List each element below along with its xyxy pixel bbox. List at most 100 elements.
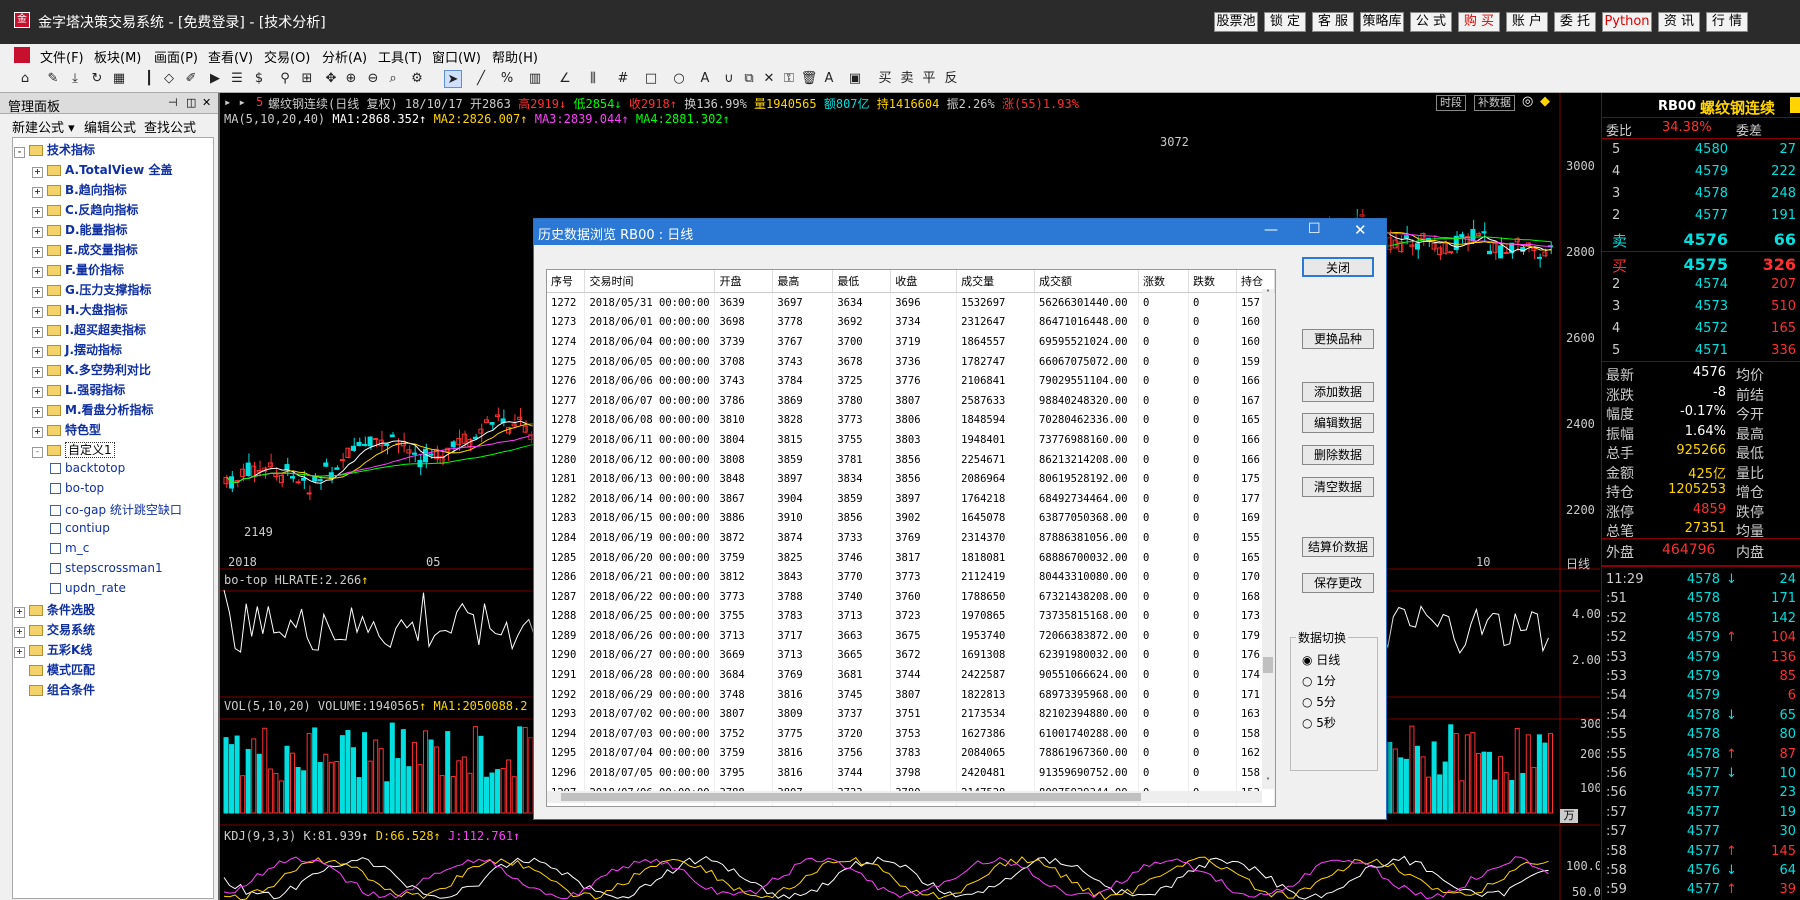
tree-node[interactable]: co-gap 统计跳空缺口: [50, 501, 182, 521]
table-cell[interactable]: 67321438208.00: [1034, 586, 1140, 607]
table-cell[interactable]: 3681: [832, 665, 892, 685]
table-cell[interactable]: 3665: [832, 645, 892, 666]
table-cell[interactable]: 0: [1138, 351, 1189, 372]
table-cell[interactable]: 3743: [772, 351, 834, 372]
radio-circle-icon[interactable]: ○: [1302, 674, 1316, 688]
table-row[interactable]: 1294 2018/07/03 00:00:00 3752 3775 3720 3753 1…: [547, 724, 1275, 744]
table-row[interactable]: 1287 2018/06/22 00:00:00 3773 3788 3740 3760 1…: [547, 586, 1275, 607]
table-cell[interactable]: 3734: [890, 312, 958, 333]
table-cell[interactable]: 3775: [772, 724, 834, 744]
expand-icon[interactable]: +: [32, 307, 43, 318]
table-cell[interactable]: 0: [1138, 292, 1189, 313]
top-button-10[interactable]: 行 情: [1706, 12, 1748, 32]
tree-node[interactable]: + F.量价指标: [32, 261, 124, 281]
table-cell[interactable]: 3809: [772, 704, 834, 725]
table-row[interactable]: 1285 2018/06/20 00:00:00 3759 3825 3746 3817 1…: [547, 547, 1275, 568]
table-cell[interactable]: 2420481: [956, 763, 1036, 783]
tree-node[interactable]: + 条件选股: [14, 601, 95, 621]
table-cell[interactable]: 3830: [890, 802, 958, 806]
expand-icon[interactable]: +: [14, 607, 25, 618]
scroll-up-icon[interactable]: ˄: [1263, 289, 1273, 299]
table-cell[interactable]: 3869: [772, 390, 834, 411]
add-data-button[interactable]: 添加数据: [1302, 382, 1374, 402]
tree-node[interactable]: 组合条件: [14, 681, 95, 701]
top-button-7[interactable]: 委 托: [1554, 12, 1596, 32]
table-cell[interactable]: 3696: [890, 292, 958, 313]
column-header[interactable]: 成交额: [1034, 270, 1140, 293]
table-cell[interactable]: 1864557: [956, 332, 1036, 352]
move-icon[interactable]: ✥: [322, 70, 340, 88]
maximize-icon[interactable]: ☐: [1308, 221, 1321, 237]
table-row[interactable]: 1292 2018/06/29 00:00:00 3748 3816 3745 3807 1…: [547, 684, 1275, 705]
table-cell[interactable]: 73735815168.00: [1034, 606, 1140, 627]
table-cell[interactable]: 3759: [714, 547, 774, 568]
grid-icon[interactable]: ▦: [110, 70, 128, 88]
expand-icon[interactable]: +: [14, 627, 25, 638]
top-button-6[interactable]: 账 户: [1506, 12, 1548, 32]
table-row[interactable]: 1279 2018/06/11 00:00:00 3804 3815 3755 3803 1…: [547, 430, 1275, 450]
table-cell[interactable]: 68492734464.00: [1034, 488, 1140, 509]
table-row[interactable]: 1275 2018/06/05 00:00:00 3708 3743 3678 3736 1…: [547, 351, 1275, 372]
table-cell[interactable]: 2018/06/26 00:00:00: [584, 626, 716, 646]
menu-item-6[interactable]: 工具(T): [378, 47, 422, 66]
table-cell[interactable]: 1281: [547, 469, 586, 489]
table-cell[interactable]: 1948401: [956, 430, 1036, 450]
table-cell[interactable]: 1284: [547, 528, 586, 548]
table-cell[interactable]: 3769: [890, 528, 958, 548]
table-cell[interactable]: 0: [1138, 332, 1189, 352]
table-cell[interactable]: 0: [1188, 332, 1237, 352]
table-cell[interactable]: 1279: [547, 430, 586, 450]
collapse-icon[interactable]: -: [32, 447, 43, 458]
table-cell[interactable]: 0: [1188, 645, 1237, 666]
table-row[interactable]: 1278 2018/06/08 00:00:00 3810 3828 3773 3806 1…: [547, 410, 1275, 431]
data-table-container[interactable]: 序号 交易时间 开盘 最高 最低 收盘 成交量 成交额 涨数 跌数 持仓 1272 2018/05/3…: [546, 269, 1276, 807]
table-cell[interactable]: 3776: [890, 371, 958, 391]
table-cell[interactable]: 0: [1188, 547, 1237, 568]
table-cell[interactable]: 2018/07/09 00:00:00: [584, 802, 716, 806]
table-cell[interactable]: 0: [1188, 586, 1237, 607]
top-button-1[interactable]: 锁 定: [1264, 12, 1306, 32]
table-cell[interactable]: 0: [1188, 626, 1237, 646]
table-cell[interactable]: 0: [1138, 430, 1189, 450]
table-cell[interactable]: 1274: [547, 332, 586, 352]
close-icon[interactable]: ✕: [202, 96, 211, 109]
tree-node[interactable]: + 交易系统: [14, 621, 95, 641]
table-cell[interactable]: 3867: [714, 488, 774, 509]
table-cell[interactable]: 3856: [832, 508, 892, 529]
table-cell[interactable]: 3773: [832, 410, 892, 431]
table-cell[interactable]: 79029551104.00: [1034, 371, 1140, 391]
table-row[interactable]: 1273 2018/06/01 00:00:00 3698 3778 3692 3734 2…: [547, 312, 1275, 333]
buy-icon[interactable]: 买: [876, 70, 894, 88]
table-cell[interactable]: 1822813: [956, 684, 1036, 705]
table-cell[interactable]: 3663: [832, 626, 892, 646]
table-cell[interactable]: 1289: [547, 626, 586, 646]
text-icon[interactable]: A: [696, 70, 714, 88]
table-cell[interactable]: 0: [1188, 763, 1237, 783]
table-row[interactable]: 1296 2018/07/05 00:00:00 3795 3816 3744 3798 2…: [547, 763, 1275, 783]
table-cell[interactable]: 3783: [772, 606, 834, 627]
table-cell[interactable]: 0: [1188, 469, 1237, 489]
top-button-9[interactable]: 资 讯: [1658, 12, 1700, 32]
table-cell[interactable]: 0: [1138, 371, 1189, 391]
table-cell[interactable]: 3859: [832, 488, 892, 509]
tree-node[interactable]: updn_rate: [50, 581, 126, 601]
table-cell[interactable]: 1285: [547, 547, 586, 568]
table-cell[interactable]: 87886381056.00: [1034, 528, 1140, 548]
top-button-4[interactable]: 公 式: [1410, 12, 1452, 32]
table-cell[interactable]: 3634: [832, 292, 892, 313]
top-button-2[interactable]: 客 服: [1312, 12, 1354, 32]
line-icon[interactable]: ╱: [472, 70, 490, 88]
table-cell[interactable]: 2018/06/25 00:00:00: [584, 606, 716, 627]
table-cell[interactable]: 0: [1188, 312, 1237, 333]
tree-node[interactable]: + L.强弱指标: [32, 381, 125, 401]
table-cell[interactable]: 0: [1188, 390, 1237, 411]
table-cell[interactable]: 0: [1188, 430, 1237, 450]
table-cell[interactable]: 63877050368.00: [1034, 508, 1140, 529]
table-cell[interactable]: 3736: [890, 351, 958, 372]
table-cell[interactable]: 2018/06/07 00:00:00: [584, 390, 716, 411]
diamond-icon[interactable]: ◇: [160, 70, 178, 88]
table-cell[interactable]: 72066383872.00: [1034, 626, 1140, 646]
quote-flag-icon[interactable]: [1790, 97, 1800, 113]
table-cell[interactable]: 0: [1188, 292, 1237, 313]
filter-icon[interactable]: ⚲: [276, 70, 294, 88]
